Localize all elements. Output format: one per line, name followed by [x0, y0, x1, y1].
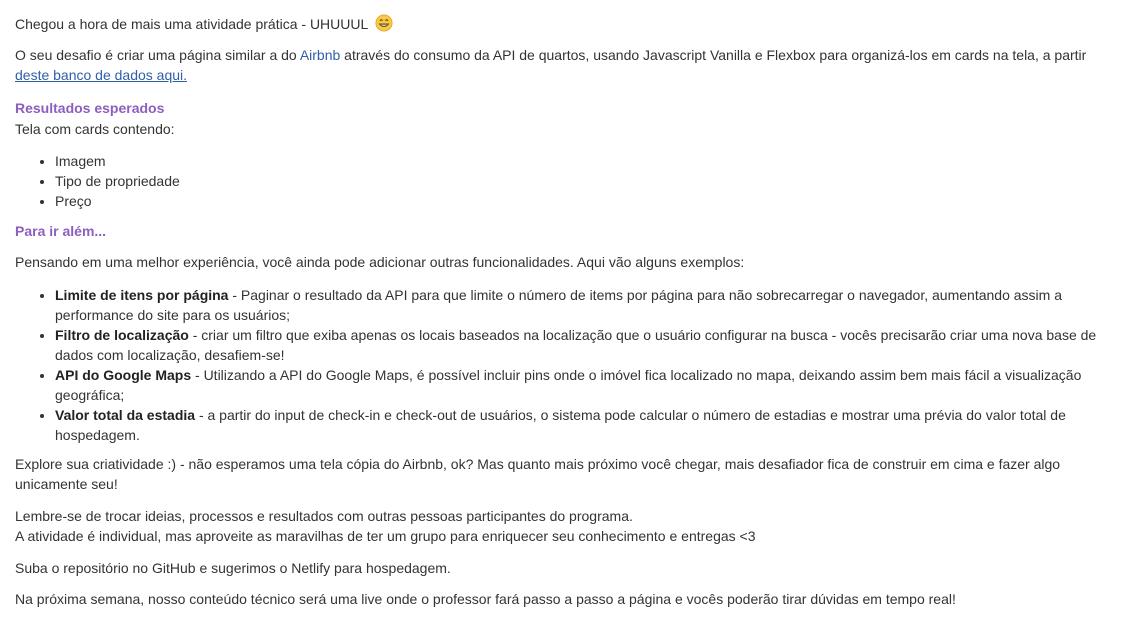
feature-label: API do Google Maps — [55, 367, 192, 383]
feature-description-cont: performance do site para os usuários; — [55, 307, 291, 323]
intro-headline: Chegou a hora de mais uma atividade prát… — [15, 16, 368, 32]
reminder-paragraph: Lembre-se de trocar ideias, processos e … — [15, 506, 1105, 546]
feature-label: Limite de itens por página — [55, 287, 229, 303]
feature-label: Valor total da estadia — [55, 407, 196, 423]
go-beyond-title: Para ir além... — [15, 223, 107, 239]
go-beyond-list: Limite de itens por página - Paginar o r… — [15, 285, 1124, 445]
feature-description: - a partir do input de check-in e check-… — [195, 407, 1066, 423]
list-item: API do Google Maps - Utilizando a API do… — [55, 365, 1124, 405]
feature-label: Filtro de localização — [55, 327, 189, 343]
explore-line-1: Explore sua criatividade :) - não espera… — [15, 456, 1061, 472]
reminder-line-1: Lembre-se de trocar ideias, processos e … — [15, 508, 633, 524]
feature-description-cont: dados com localização, desafiem-se! — [55, 347, 285, 363]
feature-description: - Paginar o resultado da API para que li… — [228, 287, 1062, 303]
expected-results-title: Resultados esperados — [15, 100, 165, 116]
next-week-paragraph: Na próxima semana, nosso conteúdo técnic… — [15, 591, 956, 607]
list-item: Valor total da estadia - a partir do inp… — [55, 405, 1124, 445]
go-beyond-intro: Pensando em uma melhor experiência, você… — [15, 254, 745, 270]
reminder-line-2: A atividade é individual, mas aproveite … — [15, 528, 756, 544]
airbnb-link[interactable]: Airbnb — [300, 47, 340, 63]
explore-line-2: unicamente seu! — [15, 476, 118, 492]
list-item: Preço — [55, 191, 1124, 211]
grinning-face-icon — [375, 14, 393, 32]
feature-description-cont: hospedagem. — [55, 427, 140, 443]
list-item: Limite de itens por página - Paginar o r… — [55, 285, 1124, 325]
list-item: Filtro de localização - criar um filtro … — [55, 325, 1124, 365]
database-link[interactable]: deste banco de dados aqui. — [15, 67, 187, 83]
intro-paragraph: Chegou a hora de mais uma atividade prát… — [15, 14, 1105, 34]
list-item: Imagem — [55, 151, 1124, 171]
challenge-text-after: através do consumo da API de quartos, us… — [340, 47, 1087, 63]
challenge-paragraph: O seu desafio é criar uma página similar… — [15, 45, 1105, 85]
explore-paragraph: Explore sua criatividade :) - não espera… — [15, 454, 1105, 494]
challenge-text-before: O seu desafio é criar uma página similar… — [15, 47, 300, 63]
feature-description: - criar um filtro que exiba apenas os lo… — [188, 327, 1097, 343]
expected-results-list: Imagem Tipo de propriedade Preço — [15, 151, 1124, 211]
upload-paragraph: Suba o repositório no GitHub e sugerimos… — [15, 560, 451, 576]
expected-results-subtitle: Tela com cards contendo: — [15, 121, 175, 137]
feature-description-cont: geográfica; — [55, 387, 125, 403]
feature-description: - Utilizando a API do Google Maps, é pos… — [191, 367, 1082, 383]
list-item: Tipo de propriedade — [55, 171, 1124, 191]
